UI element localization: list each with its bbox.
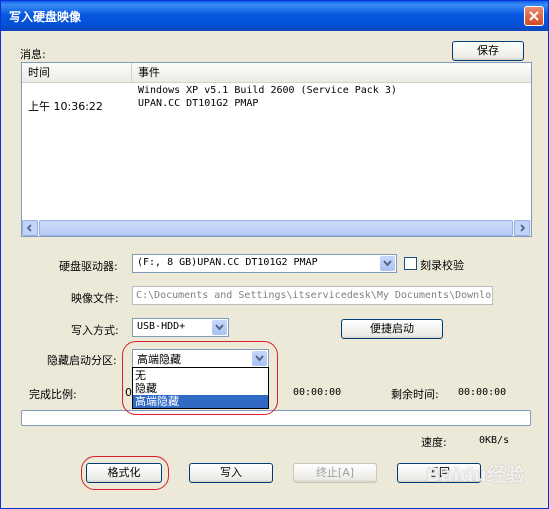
drive-value: (F:, 8 GB)UPAN.CC DT101G2 PMAP [137, 257, 318, 268]
watermark: Baidu经验 [426, 464, 525, 486]
hidden-partition-select[interactable]: 高端隐藏 [132, 349, 269, 368]
mode-label: 写入方式: [71, 324, 119, 337]
mode-select[interactable]: USB-HDD+ [132, 318, 229, 337]
quick-boot-button[interactable]: 便捷启动 [341, 319, 443, 339]
chevron-right-icon [520, 224, 526, 232]
drive-dropdown-arrow[interactable] [380, 256, 395, 271]
window-title: 写入硬盘映像 [9, 10, 82, 24]
chevron-left-icon [26, 224, 32, 232]
scroll-left-arrow[interactable] [22, 220, 38, 236]
title-bar[interactable]: 写入硬盘映像 [1, 1, 548, 31]
chevron-down-icon [383, 260, 392, 267]
horizontal-scrollbar[interactable] [22, 220, 531, 236]
scroll-thumb[interactable] [39, 220, 513, 236]
remaining-label: 剩余时间: [391, 388, 439, 401]
messages-label: 消息: [20, 48, 46, 61]
mode-value: USB-HDD+ [137, 321, 186, 332]
image-label: 映像文件: [71, 292, 119, 305]
list-header: 时间 事件 [22, 63, 531, 83]
option-high-end-hidden[interactable]: 高端隐藏 [133, 395, 268, 408]
elapsed-value: 00:00:00 [293, 387, 342, 398]
write-button[interactable]: 写入 [189, 463, 273, 483]
close-icon [529, 11, 539, 21]
chevron-down-icon [215, 324, 224, 331]
ratio-value: 0 [125, 386, 132, 399]
option-none[interactable]: 无 [133, 369, 268, 382]
option-hidden[interactable]: 隐藏 [133, 382, 268, 395]
message-list[interactable]: 时间 事件 Windows XP v5.1 Build 2600 (Servic… [21, 62, 532, 237]
scroll-right-arrow[interactable] [514, 220, 530, 236]
drive-select[interactable]: (F:, 8 GB)UPAN.CC DT101G2 PMAP [132, 254, 397, 273]
column-header-event[interactable]: 事件 [132, 63, 531, 82]
row-1-event: UPAN.CC DT101G2 PMAP [138, 98, 259, 109]
row-1-time: 上午 10:36:22 [28, 100, 103, 113]
write-disk-image-dialog: 写入硬盘映像 消息: 保存 时间 事件 Windows XP v5.1 Buil… [0, 0, 549, 509]
column-header-time[interactable]: 时间 [22, 63, 132, 82]
hidden-partition-value: 高端隐藏 [137, 353, 181, 366]
save-button[interactable]: 保存 [452, 41, 524, 61]
row-0-event: Windows XP v5.1 Build 2600 (Service Pack… [138, 85, 397, 96]
image-path-field[interactable]: C:\Documents and Settings\itservicedesk\… [132, 286, 493, 305]
chevron-down-icon [255, 355, 264, 362]
stop-button[interactable]: 终止[A] [293, 463, 377, 483]
close-button[interactable] [524, 6, 544, 26]
verify-checkbox[interactable] [404, 257, 417, 270]
speed-value: 0KB/s [479, 435, 510, 446]
speed-label: 速度: [421, 436, 447, 449]
hidden-partition-options[interactable]: 无 隐藏 高端隐藏 [132, 367, 269, 409]
ratio-label: 完成比例: [29, 388, 77, 401]
format-button[interactable]: 格式化 [86, 463, 162, 483]
image-path-value: C:\Documents and Settings\itservicedesk\… [136, 290, 492, 301]
mode-dropdown-arrow[interactable] [212, 320, 227, 335]
hidden-partition-dropdown-arrow[interactable] [252, 351, 267, 366]
drive-label: 硬盘驱动器: [59, 260, 118, 273]
verify-label[interactable]: 刻录校验 [420, 257, 464, 273]
hidden-partition-label: 隐藏启动分区: [47, 354, 117, 367]
progress-bar [21, 410, 531, 426]
remaining-value: 00:00:00 [458, 387, 507, 398]
